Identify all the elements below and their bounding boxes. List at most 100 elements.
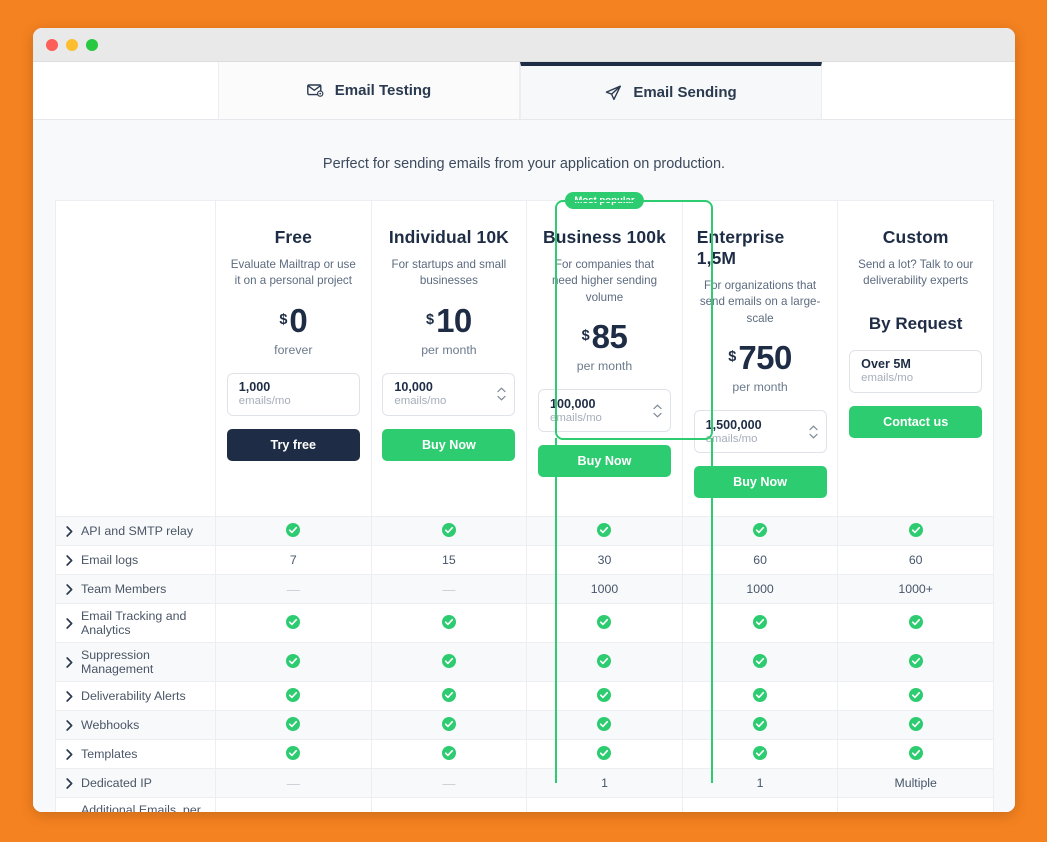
email-volume-placeholder: emails/mo (238, 395, 291, 408)
quantity-stepper[interactable] (808, 425, 818, 439)
feature-label-cell[interactable]: Additional Emails, per 1,000 (55, 797, 216, 812)
feature-value: 15 (442, 553, 456, 568)
plan-card: Enterprise 1,5M For organizations that se… (683, 201, 838, 516)
feature-value-cell (681, 603, 839, 644)
plan-header-row: Free Evaluate Mailtrap or use it on a per… (55, 192, 994, 518)
feature-label-cell[interactable]: API and SMTP relay (55, 516, 216, 547)
feature-value: $0.88 (589, 810, 620, 812)
feature-value: 60 (753, 553, 767, 568)
check-icon (597, 716, 612, 734)
feature-value-cell (681, 642, 839, 683)
check-icon (753, 687, 768, 705)
envelope-gear-icon (306, 83, 324, 98)
chevron-right-icon[interactable] (66, 584, 73, 595)
feature-label-cell[interactable]: Webhooks (55, 710, 216, 741)
email-volume-placeholder: emails/mo (549, 411, 602, 424)
table-row: Suppression Management (55, 642, 994, 683)
feature-column-header (55, 199, 216, 518)
email-volume-value: 1,000 (238, 380, 271, 395)
table-row: Email logs 7 15 30 60 60 (55, 545, 994, 576)
feature-value-cell (837, 516, 994, 547)
feature-label-cell[interactable]: Suppression Management (55, 642, 216, 683)
window-titlebar (33, 28, 1015, 62)
plan-price: $85 (582, 320, 628, 353)
chevron-right-icon[interactable] (66, 618, 73, 629)
feature-label-cell[interactable]: Team Members (55, 574, 216, 605)
feature-label: Deliverability Alerts (81, 689, 186, 704)
chevron-right-icon[interactable] (66, 691, 73, 702)
close-window-button[interactable] (46, 38, 58, 51)
feature-value-cell (370, 739, 528, 770)
table-row: Templates (55, 739, 994, 770)
chevron-right-icon[interactable] (66, 657, 73, 668)
plan-description: For startups and small businesses (391, 258, 507, 288)
feature-label-cell[interactable]: Email logs (55, 545, 216, 576)
feature-value-cell (837, 681, 994, 712)
feature-label-cell[interactable]: Email Tracking and Analytics (55, 603, 216, 644)
feature-value-cell (681, 710, 839, 741)
email-volume-input[interactable]: Over 5M emails/mo (849, 349, 983, 393)
feature-value-cell: 30 (526, 545, 683, 576)
check-icon (286, 716, 301, 734)
feature-label: Additional Emails, per 1,000 (81, 803, 201, 812)
feature-label: Suppression Management (81, 648, 154, 677)
tab-email-testing[interactable]: Email Testing (218, 62, 520, 119)
minimize-window-button[interactable] (66, 38, 78, 51)
most-popular-badge: Most popular (565, 192, 644, 209)
chevron-right-icon[interactable] (66, 555, 73, 566)
pricing-table: Free Evaluate Mailtrap or use it on a per… (55, 192, 994, 812)
plan-cta-button[interactable]: Buy Now (537, 445, 671, 478)
check-icon (753, 614, 768, 632)
tab-email-sending[interactable]: Email Sending (520, 62, 822, 119)
feature-value-cell (215, 710, 372, 741)
email-volume-input[interactable]: 100,000 emails/mo (537, 389, 671, 433)
chevron-right-icon[interactable] (66, 526, 73, 537)
feature-label-cell[interactable]: Deliverability Alerts (55, 681, 216, 712)
quantity-stepper[interactable] (497, 387, 506, 402)
feature-value-cell (681, 739, 839, 770)
plan-cell-individual-10k: Individual 10K For startups and small bus… (370, 199, 528, 518)
chevron-right-icon[interactable] (66, 749, 73, 760)
chevron-right-icon[interactable] (66, 720, 73, 731)
email-volume-value: 100,000 (549, 396, 596, 411)
email-volume-input[interactable]: 10,000 emails/mo (382, 372, 516, 416)
email-volume-input[interactable]: 1,500,000 emails/mo (693, 410, 827, 454)
check-icon (441, 745, 456, 763)
price-period: per month (732, 380, 788, 395)
feature-value-cell (837, 710, 994, 741)
plan-description: Send a lot? Talk to our deliverability e… (858, 258, 974, 288)
feature-value-cell: — (370, 768, 528, 799)
feature-value-cell (526, 681, 683, 712)
feature-value-cell: 1000 (526, 574, 683, 605)
feature-value-cell: < $0.55 (837, 797, 994, 812)
not-included-dash: — (286, 581, 300, 597)
feature-value-cell: — (215, 797, 372, 812)
feature-value-cell (215, 681, 372, 712)
check-icon (597, 653, 612, 671)
check-icon (908, 745, 923, 763)
check-icon (753, 716, 768, 734)
maximize-window-button[interactable] (86, 38, 98, 51)
chevron-right-icon[interactable] (66, 778, 73, 789)
plan-cta-button[interactable]: Buy Now (693, 466, 827, 499)
feature-label-cell[interactable]: Templates (55, 739, 216, 770)
check-icon (908, 716, 923, 734)
plan-cta-button[interactable]: Contact us (849, 405, 983, 438)
quantity-stepper[interactable] (653, 404, 662, 418)
price-period: per month (421, 342, 477, 357)
feature-value-cell (526, 603, 683, 644)
email-volume-input[interactable]: 1,000 emails/mo (226, 372, 360, 416)
plan-cta-button[interactable]: Buy Now (382, 428, 516, 461)
feature-value: 7 (289, 553, 297, 568)
plan-cta-button[interactable]: Try free (226, 428, 360, 461)
page-root: Email Testing Email Sending Perfect for … (0, 0, 1047, 842)
check-icon (908, 614, 923, 632)
feature-label-cell[interactable]: Dedicated IP (55, 768, 216, 799)
feature-value-cell: Multiple (837, 768, 994, 799)
feature-label: Dedicated IP (81, 776, 152, 791)
table-row: Dedicated IP — — 1 1 Multiple (55, 768, 994, 799)
check-icon (286, 653, 301, 671)
feature-value-cell (526, 710, 683, 741)
check-icon (597, 614, 612, 632)
feature-value-cell (837, 642, 994, 683)
